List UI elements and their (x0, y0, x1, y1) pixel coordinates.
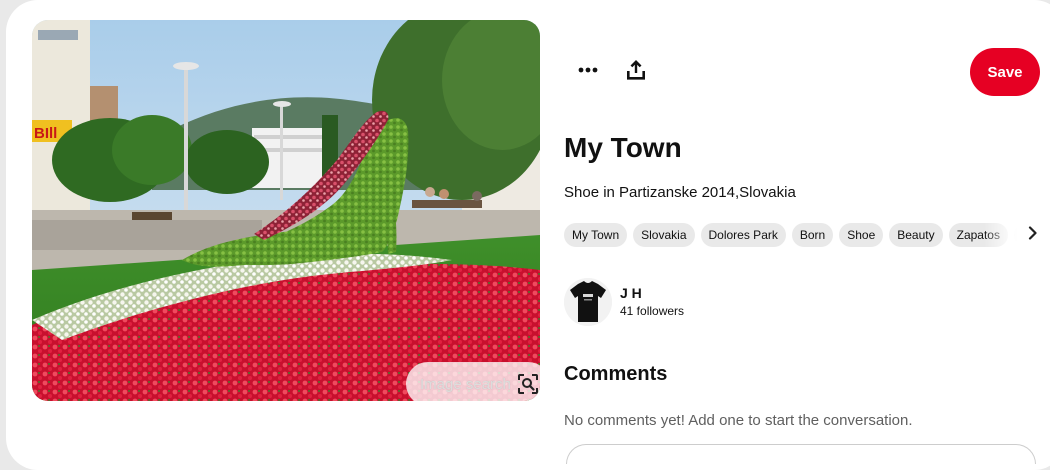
comments-heading: Comments (564, 363, 668, 385)
creator-name[interactable]: J H (620, 284, 684, 302)
tags-next-button[interactable] (1024, 224, 1042, 246)
tag-list: My Town Slovakia Dolores Park Born Shoe Beaut… (564, 223, 1044, 247)
pin-title: My Town (564, 132, 682, 163)
no-comments-text: No comments yet! Add one to start the co… (564, 412, 913, 429)
avatar-tshirt-image (564, 278, 612, 326)
avatar[interactable] (564, 278, 612, 326)
share-button[interactable] (612, 48, 660, 96)
image-search-label: Image search (420, 375, 511, 393)
chevron-right-icon (1027, 225, 1039, 245)
tag-chip[interactable]: My Town (564, 223, 628, 247)
tag-chip[interactable]: Born (791, 223, 834, 247)
save-button[interactable]: Save (970, 48, 1040, 96)
creator: J H 41 followers (564, 278, 684, 326)
image-search-button[interactable]: Image search (406, 362, 540, 401)
more-dots-icon (576, 58, 600, 87)
action-bar: Save (564, 48, 1040, 96)
tag-chip[interactable]: Slovakia (633, 223, 695, 247)
pin-image[interactable]: BIll Image search (32, 20, 540, 401)
more-options-button[interactable] (564, 48, 612, 96)
creator-followers: 41 followers (620, 304, 685, 318)
share-upload-icon (624, 58, 648, 87)
tag-row: My Town Slovakia Dolores Park Born Shoe Beaut… (564, 223, 1044, 247)
tag-chip[interactable]: Shoe (839, 223, 884, 247)
image-search-icon (516, 372, 540, 396)
comment-input[interactable] (566, 444, 1036, 464)
tag-chip[interactable]: Beauty (889, 223, 943, 247)
tag-chip[interactable]: Dolores Park (700, 223, 786, 247)
pin-card: BIll Image search Save My Town Shoe in P… (6, 0, 1050, 470)
pin-photo: BIll (32, 20, 540, 401)
creator-info: J H 41 followers (620, 284, 684, 320)
svg-text:BIll: BIll (34, 125, 57, 142)
pin-description: Shoe in Partizanske 2014,Slovakia (564, 184, 796, 201)
